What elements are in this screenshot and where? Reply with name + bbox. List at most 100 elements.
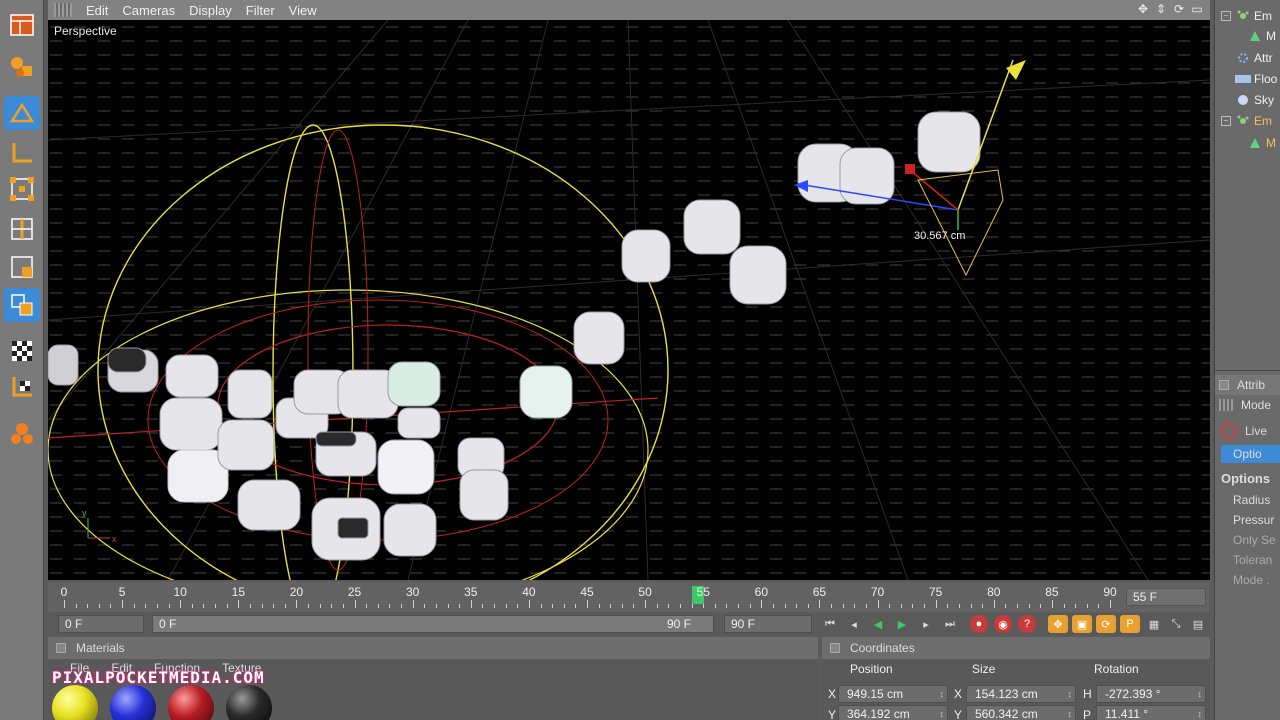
timeline-tick xyxy=(1017,604,1019,608)
timeline-tick xyxy=(447,604,449,608)
live-row[interactable]: Live xyxy=(1215,421,1280,441)
panel-grip-icon[interactable] xyxy=(830,643,840,653)
timeline-tick xyxy=(122,600,124,608)
timeline-tick xyxy=(354,600,356,608)
move-icon[interactable]: ✥ xyxy=(1136,2,1150,16)
keyframe-selection-icon[interactable]: ? xyxy=(1018,615,1036,633)
object-tool-icon[interactable] xyxy=(4,50,40,84)
menu-view[interactable]: View xyxy=(289,3,317,18)
texture-tool-icon[interactable] xyxy=(4,334,40,368)
play-backward-icon[interactable]: ◀ xyxy=(868,615,888,633)
current-frame-field[interactable]: 55 F xyxy=(1126,588,1206,606)
goto-end-icon[interactable]: ⏭ xyxy=(940,615,960,633)
pos-x-label: X xyxy=(828,687,837,701)
timeline-tick xyxy=(563,604,565,608)
timeline-tick xyxy=(679,604,681,608)
timeline-tick-label: 45 xyxy=(580,585,594,599)
timeline-tick-label: 10 xyxy=(173,585,187,599)
autokey-icon[interactable]: ◉ xyxy=(994,615,1012,633)
scale-key-icon[interactable]: ▣ xyxy=(1072,615,1092,633)
field-pressure[interactable]: Pressur xyxy=(1233,513,1280,527)
field-only-selected[interactable]: Only Se xyxy=(1233,533,1280,547)
viewport-perspective[interactable]: x y Perspective 30.567 cm xyxy=(48,20,1210,580)
timeline-tick xyxy=(226,604,228,608)
interpolation-icon[interactable]: ⤡ xyxy=(1166,615,1186,633)
timeline-tick xyxy=(1063,604,1065,608)
rotation-header: Rotation xyxy=(1094,662,1139,676)
pos-x-field[interactable]: 949.15 cm xyxy=(838,685,948,703)
options-tab[interactable]: Optio xyxy=(1221,445,1280,463)
measurement-readout: 30.567 cm xyxy=(914,230,966,242)
rotation-key-icon[interactable]: ⟳ xyxy=(1096,615,1116,633)
size-x-field[interactable]: 154.123 cm xyxy=(966,685,1076,703)
collapse-icon[interactable]: − xyxy=(1221,11,1231,21)
object-row-floor[interactable]: Floo xyxy=(1215,69,1280,89)
uv-tool-icon[interactable] xyxy=(4,288,40,322)
timeline-tick xyxy=(854,604,856,608)
panel-grip-icon[interactable] xyxy=(56,643,66,653)
record-keys-icon[interactable]: ● xyxy=(970,615,988,633)
collapse-icon[interactable]: − xyxy=(1221,116,1231,126)
workplane-tool-icon[interactable] xyxy=(4,370,40,404)
grip-icon[interactable] xyxy=(54,3,72,17)
field-tolerance[interactable]: Toleran xyxy=(1233,553,1280,567)
live-selection-icon[interactable] xyxy=(1221,423,1237,439)
start-frame-field[interactable]: 0 F xyxy=(58,615,144,633)
pla-key-icon[interactable]: ▦ xyxy=(1144,615,1164,633)
mode-menu[interactable]: Mode xyxy=(1241,398,1271,412)
mode-row[interactable]: Mode xyxy=(1215,395,1280,415)
object-row-sky[interactable]: Sky xyxy=(1215,90,1280,110)
prev-frame-icon[interactable]: ◂ xyxy=(844,615,864,633)
object-row-attractor[interactable]: Attr xyxy=(1215,48,1280,68)
axis-tool-icon[interactable] xyxy=(4,136,40,170)
pos-y-field[interactable]: 364.192 cm xyxy=(838,705,948,720)
size-y-label: Y xyxy=(954,708,963,720)
layout-icon[interactable] xyxy=(4,8,40,42)
maximize-icon[interactable]: ▭ xyxy=(1190,2,1204,16)
timeline-tick xyxy=(191,604,193,608)
sculpt-tool-icon[interactable] xyxy=(4,416,40,450)
zoom-icon[interactable]: ⇕ xyxy=(1154,2,1168,16)
position-key-icon[interactable]: ✥ xyxy=(1048,615,1068,633)
object-row-emitter-selected[interactable]: − Em xyxy=(1215,111,1280,131)
next-frame-icon[interactable]: ▸ xyxy=(916,615,936,633)
goto-start-icon[interactable]: ⏮ xyxy=(820,615,840,633)
object-row-emitter[interactable]: − Em xyxy=(1215,6,1280,26)
preview-range-slider[interactable]: 0 F 90 F xyxy=(152,615,714,633)
material-swatch-yellow[interactable] xyxy=(52,685,98,720)
timeline-tick-label: 85 xyxy=(1045,585,1059,599)
object-row-mesh[interactable]: M xyxy=(1215,26,1280,46)
polygons-tool-icon[interactable] xyxy=(4,250,40,284)
menu-cameras[interactable]: Cameras xyxy=(122,3,175,18)
field-radius[interactable]: Radius xyxy=(1233,493,1280,507)
timeline-menu-icon[interactable]: ▤ xyxy=(1188,615,1208,633)
field-mode[interactable]: Mode . xyxy=(1233,573,1280,587)
timeline-ruler[interactable]: 0 5 10 15 20 25 30 35 40 45 50 55 60 65 70 75 80 85 90 xyxy=(58,582,1118,612)
menu-filter[interactable]: Filter xyxy=(246,3,275,18)
parameter-key-icon[interactable]: P xyxy=(1120,615,1140,633)
rotate-icon[interactable]: ⟳ xyxy=(1172,2,1186,16)
timeline-tick xyxy=(494,604,496,608)
svg-text:y: y xyxy=(82,508,87,518)
menu-edit[interactable]: Edit xyxy=(86,3,108,18)
timeline-tick xyxy=(64,600,65,608)
timeline[interactable]: 0 5 10 15 20 25 30 35 40 45 50 55 60 65 70 75 80 85 90 55 … xyxy=(48,582,1210,612)
end-frame-field[interactable]: 90 F xyxy=(724,615,812,633)
rot-p-field[interactable]: 11.411 ° xyxy=(1096,705,1206,720)
object-row-mesh-selected[interactable]: M xyxy=(1215,133,1280,153)
points-tool-icon[interactable] xyxy=(4,172,40,206)
panel-grip-icon[interactable] xyxy=(1219,380,1229,390)
play-forward-icon[interactable]: ▶ xyxy=(892,615,912,633)
edges-tool-icon[interactable] xyxy=(4,212,40,246)
object-label: M xyxy=(1266,136,1276,150)
size-y-field[interactable]: 560.342 cm xyxy=(966,705,1076,720)
material-swatch-red[interactable] xyxy=(168,685,214,720)
timeline-tick-label: 75 xyxy=(928,585,943,599)
rot-h-field[interactable]: -272.393 ° xyxy=(1096,685,1206,703)
material-swatch-blue[interactable] xyxy=(110,685,156,720)
material-swatch-black[interactable] xyxy=(226,685,272,720)
menu-display[interactable]: Display xyxy=(189,3,232,18)
model-tool-icon[interactable] xyxy=(4,96,40,130)
timeline-tick xyxy=(982,604,984,608)
timeline-tick xyxy=(412,600,414,608)
